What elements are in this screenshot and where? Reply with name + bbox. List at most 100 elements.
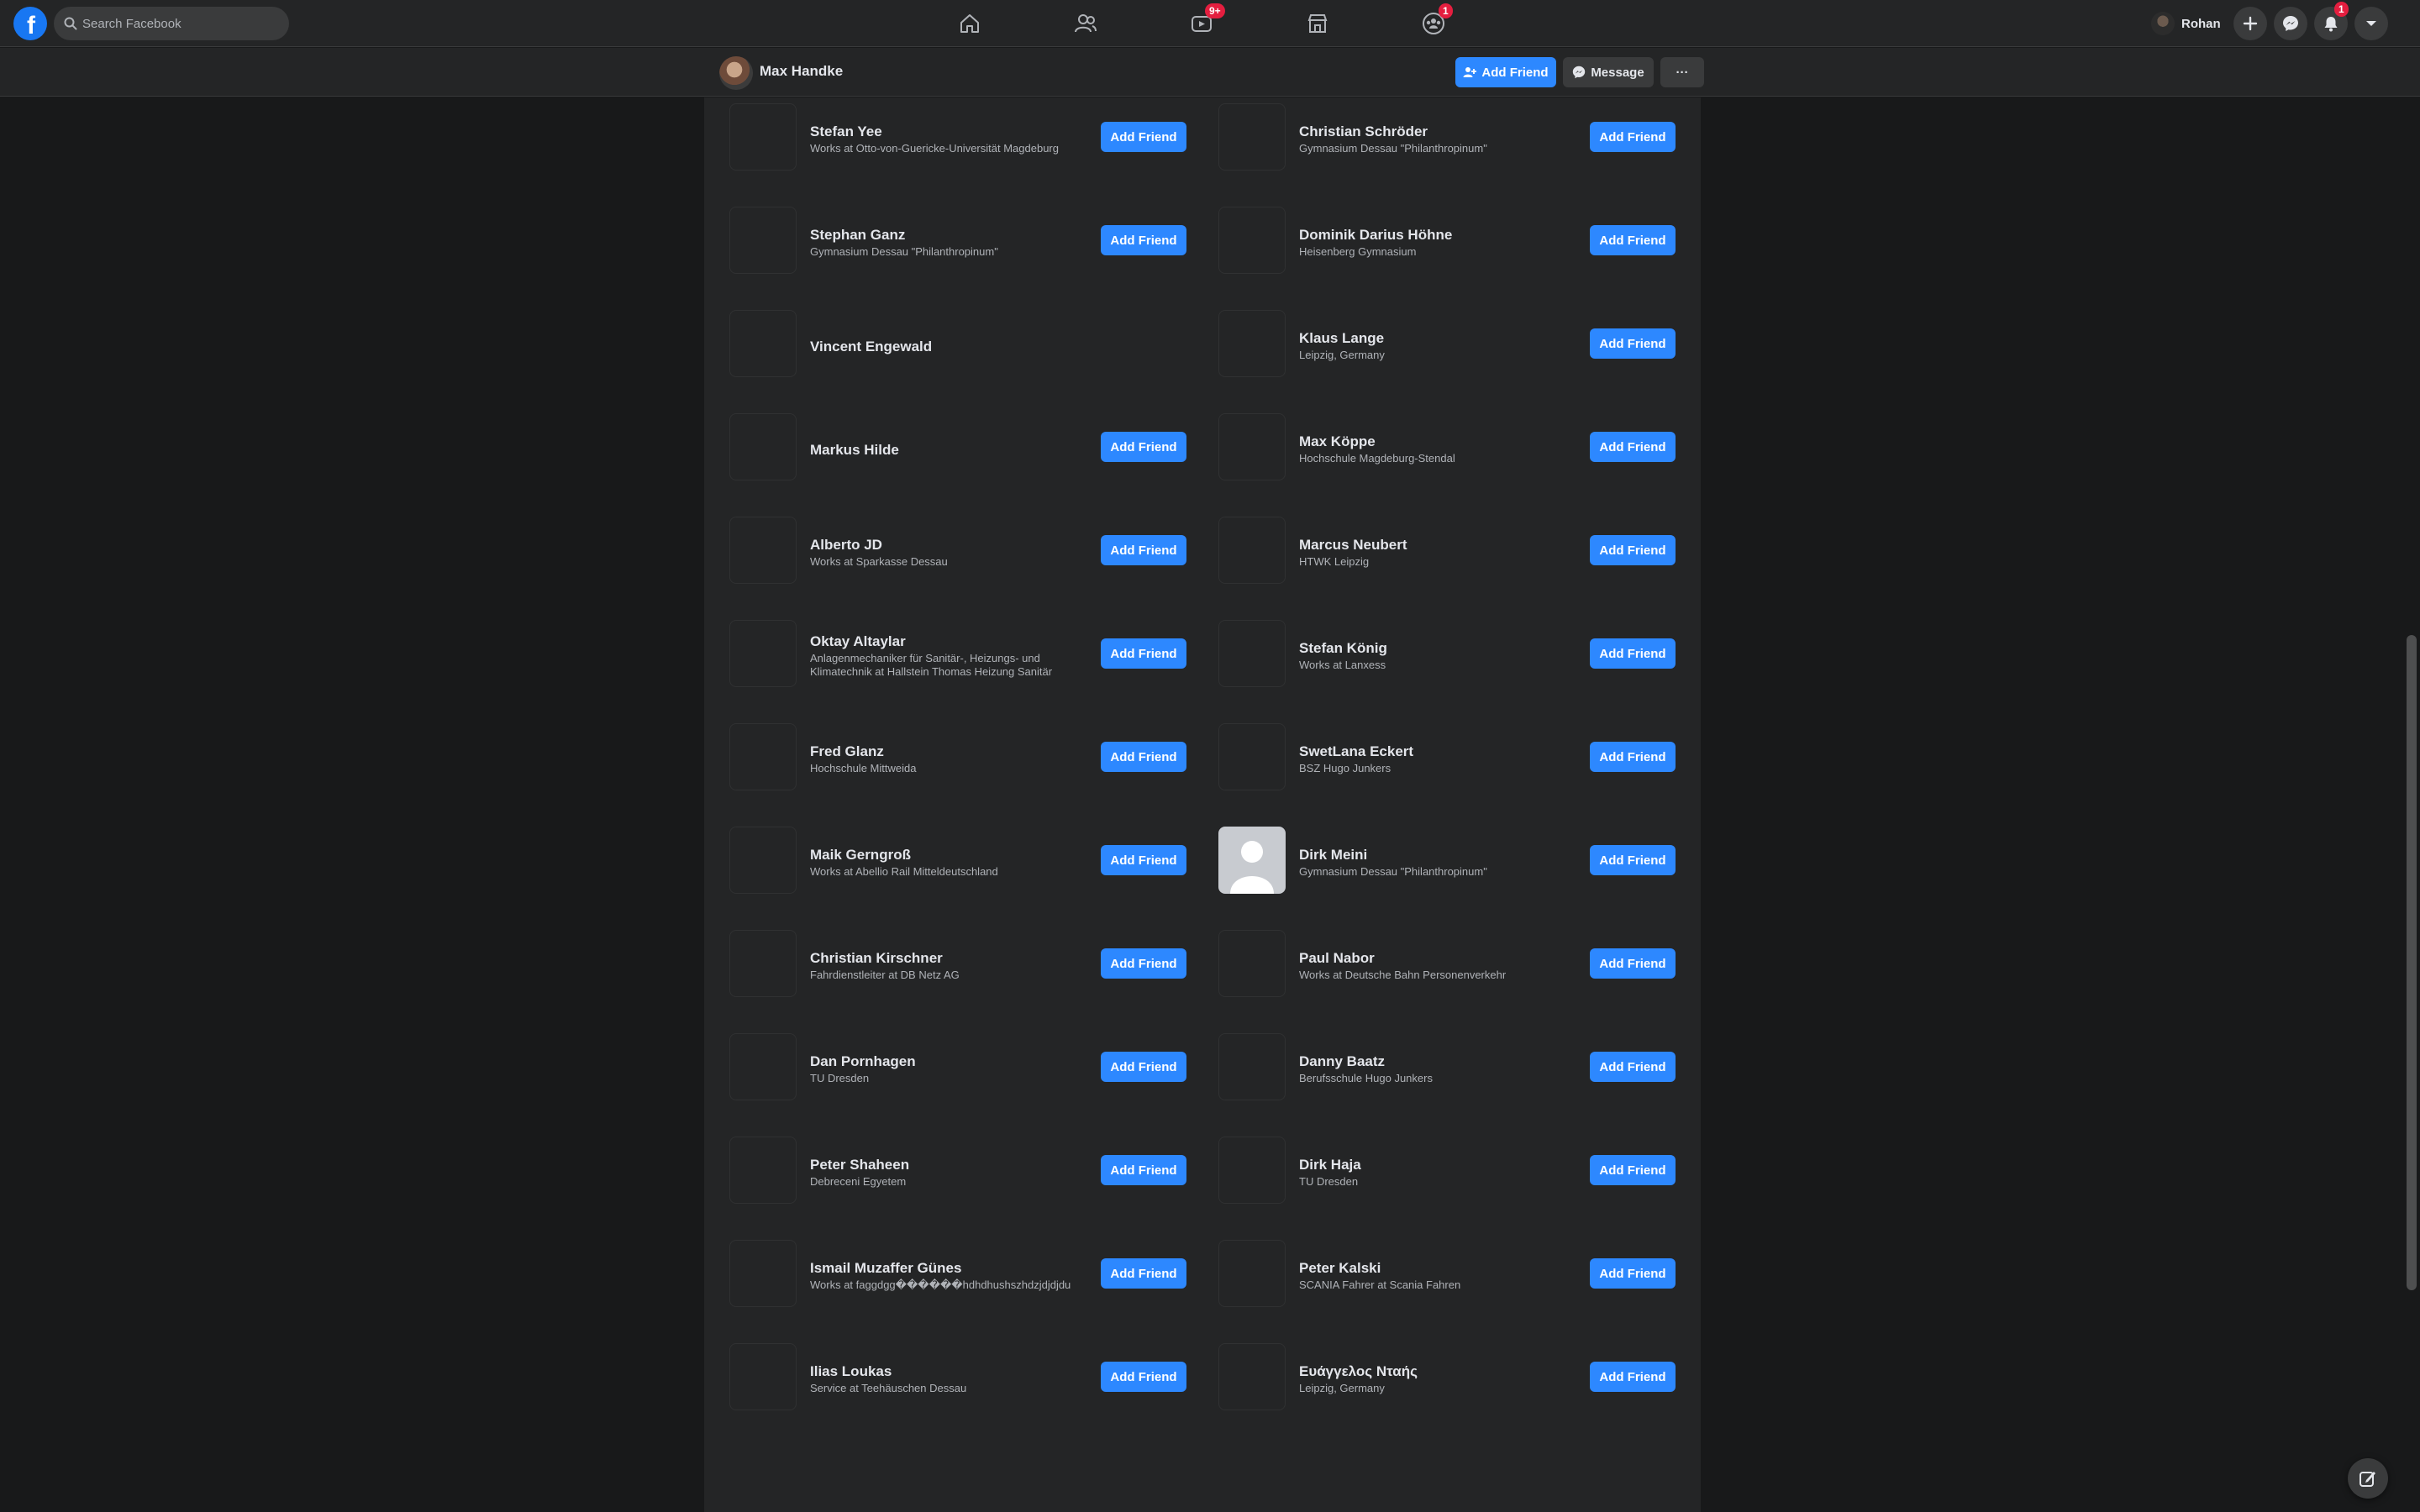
friend-avatar[interactable] [1218, 827, 1286, 894]
friend-name[interactable]: Dan Pornhagen [810, 1053, 916, 1070]
friend-card[interactable]: Ismail Muzaffer Günes Works at faggdgg���… [729, 1240, 1203, 1343]
friend-card[interactable]: Dirk Haja TU Dresden Add Friend [1218, 1137, 1692, 1240]
friend-card[interactable]: Works at HSV 2000 Zerbst e. V.Add Friend [1218, 97, 1692, 103]
friend-card[interactable]: Fred Glanz Hochschule Mittweida Add Friend [729, 723, 1203, 827]
friend-avatar[interactable] [729, 1033, 797, 1100]
messenger-button[interactable] [2274, 7, 2307, 40]
friend-name[interactable]: Dirk Haja [1299, 1157, 1361, 1173]
add-friend-button[interactable]: Add Friend [1590, 1155, 1676, 1185]
friend-card[interactable]: Peter Shaheen Debreceni Egyetem Add Friend [729, 1137, 1203, 1240]
friend-card[interactable]: Klaus Lange Leipzig, Germany Add Friend [1218, 310, 1692, 413]
friend-name[interactable]: Stefan Yee [810, 123, 882, 140]
friend-name[interactable]: Stephan Ganz [810, 227, 905, 244]
friend-card[interactable]: Dan Pornhagen TU Dresden Add Friend [729, 1033, 1203, 1137]
friend-name[interactable]: Christian Kirschner [810, 950, 943, 967]
friend-avatar[interactable] [1218, 1343, 1286, 1410]
scrollbar-thumb[interactable] [2407, 635, 2417, 1290]
friend-avatar[interactable] [729, 930, 797, 997]
notifications-button[interactable]: 1 [2314, 2, 2349, 40]
friend-name[interactable]: Marcus Neubert [1299, 537, 1407, 554]
create-button[interactable] [2233, 7, 2267, 40]
add-friend-button[interactable]: Add Friend [1101, 845, 1186, 875]
friend-avatar[interactable] [729, 310, 797, 377]
add-friend-button[interactable]: Add Friend [1590, 535, 1676, 565]
friend-avatar[interactable] [1218, 620, 1286, 687]
profile-shortcut[interactable]: Rohan [2144, 8, 2228, 39]
message-button[interactable]: Message [1563, 57, 1654, 87]
add-friend-button[interactable]: Add Friend [1101, 1155, 1186, 1185]
friend-avatar[interactable] [729, 103, 797, 171]
friend-name[interactable]: Ilias Loukas [810, 1363, 892, 1380]
home-tab[interactable] [953, 7, 986, 40]
add-friend-button[interactable]: Add Friend [1590, 328, 1676, 359]
friend-card[interactable]: Dominik Darius Höhne Heisenberg Gymnasium… [1218, 207, 1692, 310]
friend-avatar[interactable] [1218, 1240, 1286, 1307]
add-friend-button[interactable]: Add Friend [1590, 742, 1676, 772]
add-friend-button[interactable]: Add Friend [1101, 225, 1186, 255]
friend-avatar[interactable] [729, 620, 797, 687]
friend-avatar[interactable] [729, 827, 797, 894]
friend-name[interactable]: Maik Gerngroß [810, 847, 911, 864]
friend-avatar[interactable] [729, 517, 797, 584]
friend-avatar[interactable] [1218, 310, 1286, 377]
profile-avatar[interactable] [719, 56, 753, 90]
friend-avatar[interactable] [729, 413, 797, 480]
watch-tab[interactable]: 9+ [1185, 3, 1225, 40]
add-friend-button[interactable]: Add Friend [1455, 57, 1556, 87]
friend-avatar[interactable] [1218, 723, 1286, 790]
friend-card[interactable]: SwetLana Eckert BSZ Hugo Junkers Add Frien… [1218, 723, 1692, 827]
friend-avatar[interactable] [729, 723, 797, 790]
friend-card[interactable]: Vincent Engewald [729, 310, 1203, 413]
friend-card[interactable]: Stefan Yee Works at Otto-von-Guericke-Uni… [729, 103, 1203, 207]
friend-card[interactable]: Danny Baatz Berufsschule Hugo Junkers Add … [1218, 1033, 1692, 1137]
friend-card[interactable]: Alberto JD Works at Sparkasse Dessau Add F… [729, 517, 1203, 620]
friend-name[interactable]: Dirk Meini [1299, 847, 1367, 864]
add-friend-button[interactable]: Add Friend [1101, 1052, 1186, 1082]
add-friend-button[interactable]: Add Friend [1101, 122, 1186, 152]
friend-card[interactable]: Peter Kalski SCANIA Fahrer at Scania Fahr… [1218, 1240, 1692, 1343]
search-input[interactable] [82, 16, 276, 31]
friend-avatar[interactable] [729, 1137, 797, 1204]
friend-card[interactable]: Ilias Loukas Service at Teehäuschen Dessa… [729, 1343, 1203, 1446]
add-friend-button[interactable]: Add Friend [1590, 1052, 1676, 1082]
friend-card[interactable]: Markus Hilde Add Friend [729, 413, 1203, 517]
search-box[interactable] [54, 7, 289, 40]
add-friend-button[interactable]: Add Friend [1101, 535, 1186, 565]
friend-avatar[interactable] [729, 207, 797, 274]
friend-avatar[interactable] [1218, 517, 1286, 584]
friend-name[interactable]: Ευάγγελος Νταής [1299, 1363, 1418, 1380]
add-friend-button[interactable]: Add Friend [1101, 1362, 1186, 1392]
friend-card[interactable]: Dirk Meini Gymnasium Dessau "Philanthropi… [1218, 827, 1692, 930]
friend-card[interactable]: Christian Schröder Gymnasium Dessau "Phil… [1218, 103, 1692, 207]
friend-card[interactable]: Stephan Ganz Gymnasium Dessau "Philanthro… [729, 207, 1203, 310]
add-friend-button[interactable]: Add Friend [1101, 1258, 1186, 1289]
friend-name[interactable]: Markus Hilde [810, 442, 899, 459]
add-friend-button[interactable]: Add Friend [1590, 638, 1676, 669]
page-scrollbar[interactable] [2405, 97, 2417, 1512]
friend-avatar[interactable] [1218, 930, 1286, 997]
facebook-logo[interactable]: f [13, 7, 47, 40]
account-menu-button[interactable] [2354, 7, 2388, 40]
friend-card[interactable]: Christian Kirschner Fahrdienstleiter at D… [729, 930, 1203, 1033]
friend-name[interactable]: Alberto JD [810, 537, 882, 554]
friend-name[interactable]: Christian Schröder [1299, 123, 1428, 140]
friend-name[interactable]: Paul Nabor [1299, 950, 1375, 967]
friend-card[interactable]: Marcus Neubert HTWK Leipzig Add Friend [1218, 517, 1692, 620]
friend-name[interactable]: Fred Glanz [810, 743, 884, 760]
friend-avatar[interactable] [1218, 207, 1286, 274]
friend-name[interactable]: Peter Kalski [1299, 1260, 1381, 1277]
friend-card[interactable]: Max Köppe Hochschule Magdeburg-Stendal Add… [1218, 413, 1692, 517]
add-friend-button[interactable]: Add Friend [1101, 432, 1186, 462]
friends-tab[interactable] [1069, 7, 1102, 40]
friend-name[interactable]: SwetLana Eckert [1299, 743, 1413, 760]
add-friend-button[interactable]: Add Friend [1590, 122, 1676, 152]
add-friend-button[interactable]: Add Friend [1101, 638, 1186, 669]
friend-name[interactable]: Oktay Altaylar [810, 633, 906, 650]
add-friend-button[interactable]: Add Friend [1590, 432, 1676, 462]
marketplace-tab[interactable] [1301, 7, 1334, 40]
friend-name[interactable]: Peter Shaheen [810, 1157, 909, 1173]
friend-card[interactable]: Dessau, GermanyAdd Friend [729, 97, 1203, 103]
friend-avatar[interactable] [1218, 413, 1286, 480]
friend-card[interactable]: Paul Nabor Works at Deutsche Bahn Persone… [1218, 930, 1692, 1033]
add-friend-button[interactable]: Add Friend [1101, 742, 1186, 772]
